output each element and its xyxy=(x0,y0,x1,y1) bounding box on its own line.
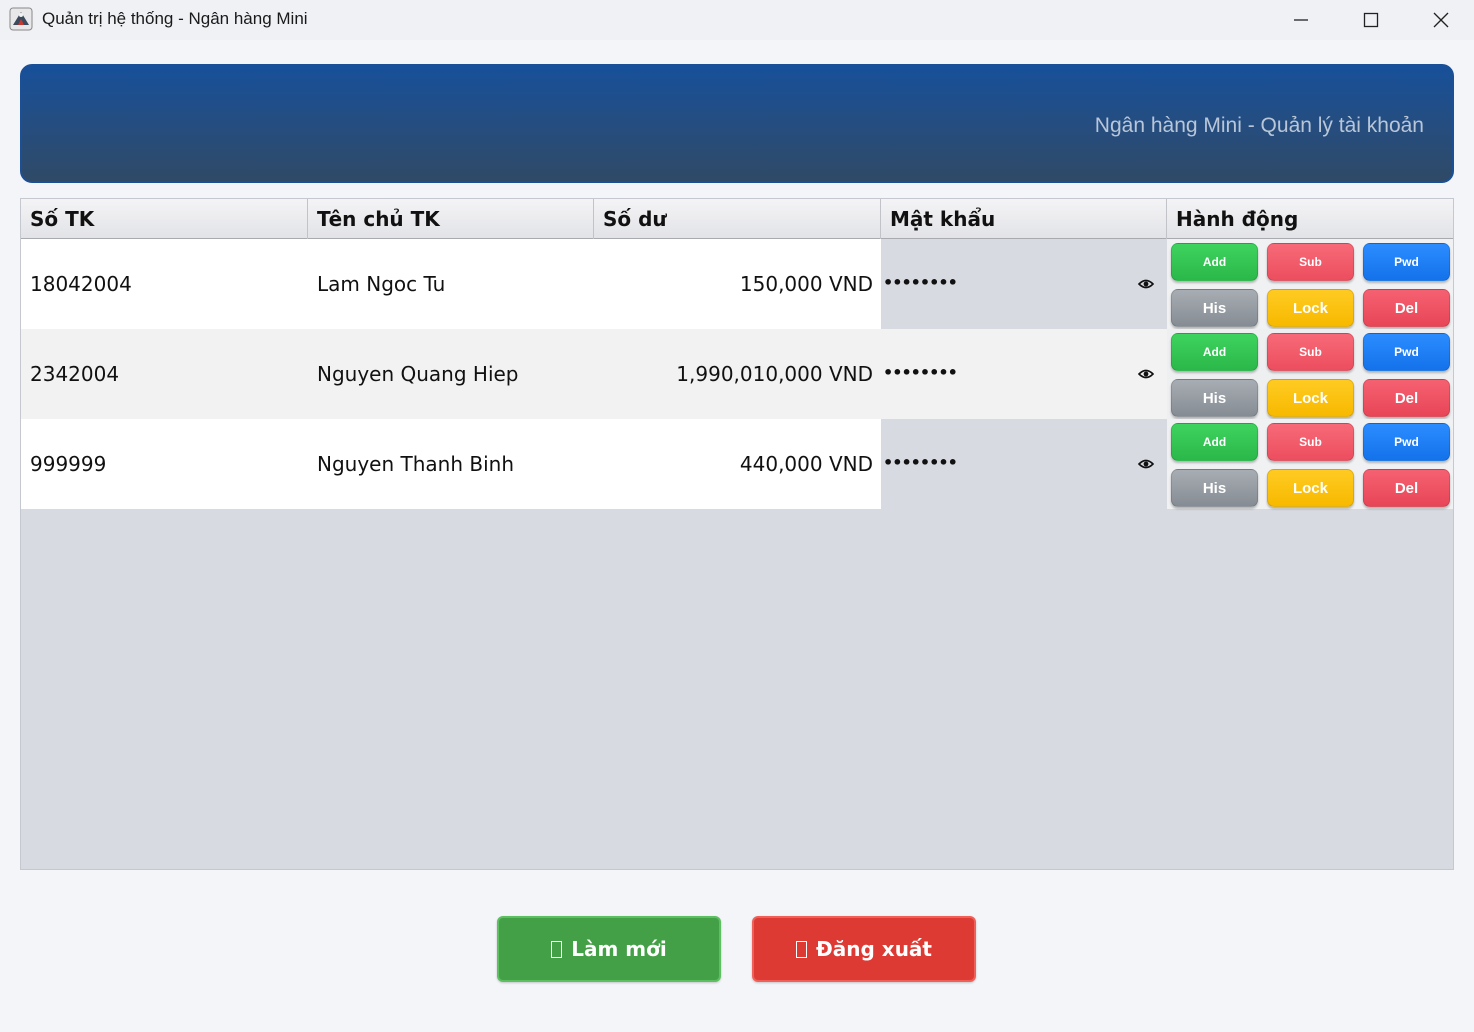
logout-label: Đăng xuất xyxy=(816,937,932,961)
column-header-account[interactable]: Số TK xyxy=(21,199,308,239)
table-row[interactable]: 2342004 Nguyen Quang Hiep 1,990,010,000 … xyxy=(21,329,1453,419)
history-button[interactable]: His xyxy=(1171,379,1258,417)
table-row[interactable]: 18042004 Lam Ngoc Tu 150,000 VND •••••••… xyxy=(21,239,1453,329)
column-header-actions[interactable]: Hành động xyxy=(1167,199,1453,239)
balance-cell[interactable]: 440,000 VND xyxy=(594,419,881,509)
pwd-button[interactable]: Pwd xyxy=(1363,333,1450,371)
lock-button[interactable]: Lock xyxy=(1267,379,1354,417)
masked-password: •••••••• xyxy=(883,273,958,292)
actions-cell: Add Sub Pwd His Lock Del xyxy=(1167,239,1453,329)
table-row[interactable]: 999999 Nguyen Thanh Binh 440,000 VND •••… xyxy=(21,419,1453,509)
balance-cell[interactable]: 1,990,010,000 VND xyxy=(594,329,881,419)
lock-button[interactable]: Lock xyxy=(1267,289,1354,327)
minimize-button[interactable] xyxy=(1266,0,1336,40)
account-number-cell[interactable]: 2342004 xyxy=(21,329,308,419)
accounts-table[interactable]: Số TK Tên chủ TK Số dư Mật khẩu Hành độn… xyxy=(20,198,1454,870)
owner-name-cell[interactable]: Lam Ngoc Tu xyxy=(308,239,594,329)
account-number-cell[interactable]: 18042004 xyxy=(21,239,308,329)
delete-button[interactable]: Del xyxy=(1363,289,1450,327)
header-banner: Ngân hàng Mini - Quản lý tài khoản xyxy=(20,64,1454,183)
refresh-button[interactable]: Làm mới xyxy=(497,916,721,982)
column-header-owner[interactable]: Tên chủ TK xyxy=(308,199,594,239)
eye-icon[interactable] xyxy=(1138,368,1154,380)
sub-button[interactable]: Sub xyxy=(1267,243,1354,281)
column-header-balance[interactable]: Số dư xyxy=(594,199,881,239)
actions-cell: Add Sub Pwd His Lock Del xyxy=(1167,329,1453,419)
password-cell[interactable]: •••••••• xyxy=(881,239,1167,329)
banner-title: Ngân hàng Mini - Quản lý tài khoản xyxy=(1094,114,1424,137)
pwd-button[interactable]: Pwd xyxy=(1363,423,1450,461)
sub-button[interactable]: Sub xyxy=(1267,333,1354,371)
column-header-password[interactable]: Mật khẩu xyxy=(881,199,1167,239)
logout-icon xyxy=(796,940,808,958)
window-title: Quản trị hệ thống - Ngân hàng Mini xyxy=(42,9,308,28)
eye-icon[interactable] xyxy=(1138,278,1154,290)
lock-button[interactable]: Lock xyxy=(1267,469,1354,507)
add-button[interactable]: Add xyxy=(1171,333,1258,371)
logout-button[interactable]: Đăng xuất xyxy=(752,916,976,982)
actions-cell: Add Sub Pwd His Lock Del xyxy=(1167,419,1453,509)
window-titlebar: Quản trị hệ thống - Ngân hàng Mini xyxy=(0,0,1474,40)
pwd-button[interactable]: Pwd xyxy=(1363,243,1450,281)
password-cell[interactable]: •••••••• xyxy=(881,419,1167,509)
masked-password: •••••••• xyxy=(883,363,958,382)
eye-icon[interactable] xyxy=(1138,458,1154,470)
sub-button[interactable]: Sub xyxy=(1267,423,1354,461)
close-icon xyxy=(1433,12,1449,28)
refresh-icon xyxy=(551,940,563,958)
history-button[interactable]: His xyxy=(1171,289,1258,327)
refresh-label: Làm mới xyxy=(571,937,667,961)
delete-button[interactable]: Del xyxy=(1363,379,1450,417)
maximize-icon xyxy=(1363,12,1379,28)
close-button[interactable] xyxy=(1406,0,1474,40)
balance-cell[interactable]: 150,000 VND xyxy=(594,239,881,329)
java-app-icon xyxy=(9,7,33,31)
table-header: Số TK Tên chủ TK Số dư Mật khẩu Hành độn… xyxy=(21,199,1453,239)
add-button[interactable]: Add xyxy=(1171,423,1258,461)
password-cell[interactable]: •••••••• xyxy=(881,329,1167,419)
minimize-icon xyxy=(1294,19,1308,21)
maximize-button[interactable] xyxy=(1336,0,1406,40)
delete-button[interactable]: Del xyxy=(1363,469,1450,507)
masked-password: •••••••• xyxy=(883,453,958,472)
history-button[interactable]: His xyxy=(1171,469,1258,507)
add-button[interactable]: Add xyxy=(1171,243,1258,281)
owner-name-cell[interactable]: Nguyen Quang Hiep xyxy=(308,329,594,419)
owner-name-cell[interactable]: Nguyen Thanh Binh xyxy=(308,419,594,509)
account-number-cell[interactable]: 999999 xyxy=(21,419,308,509)
